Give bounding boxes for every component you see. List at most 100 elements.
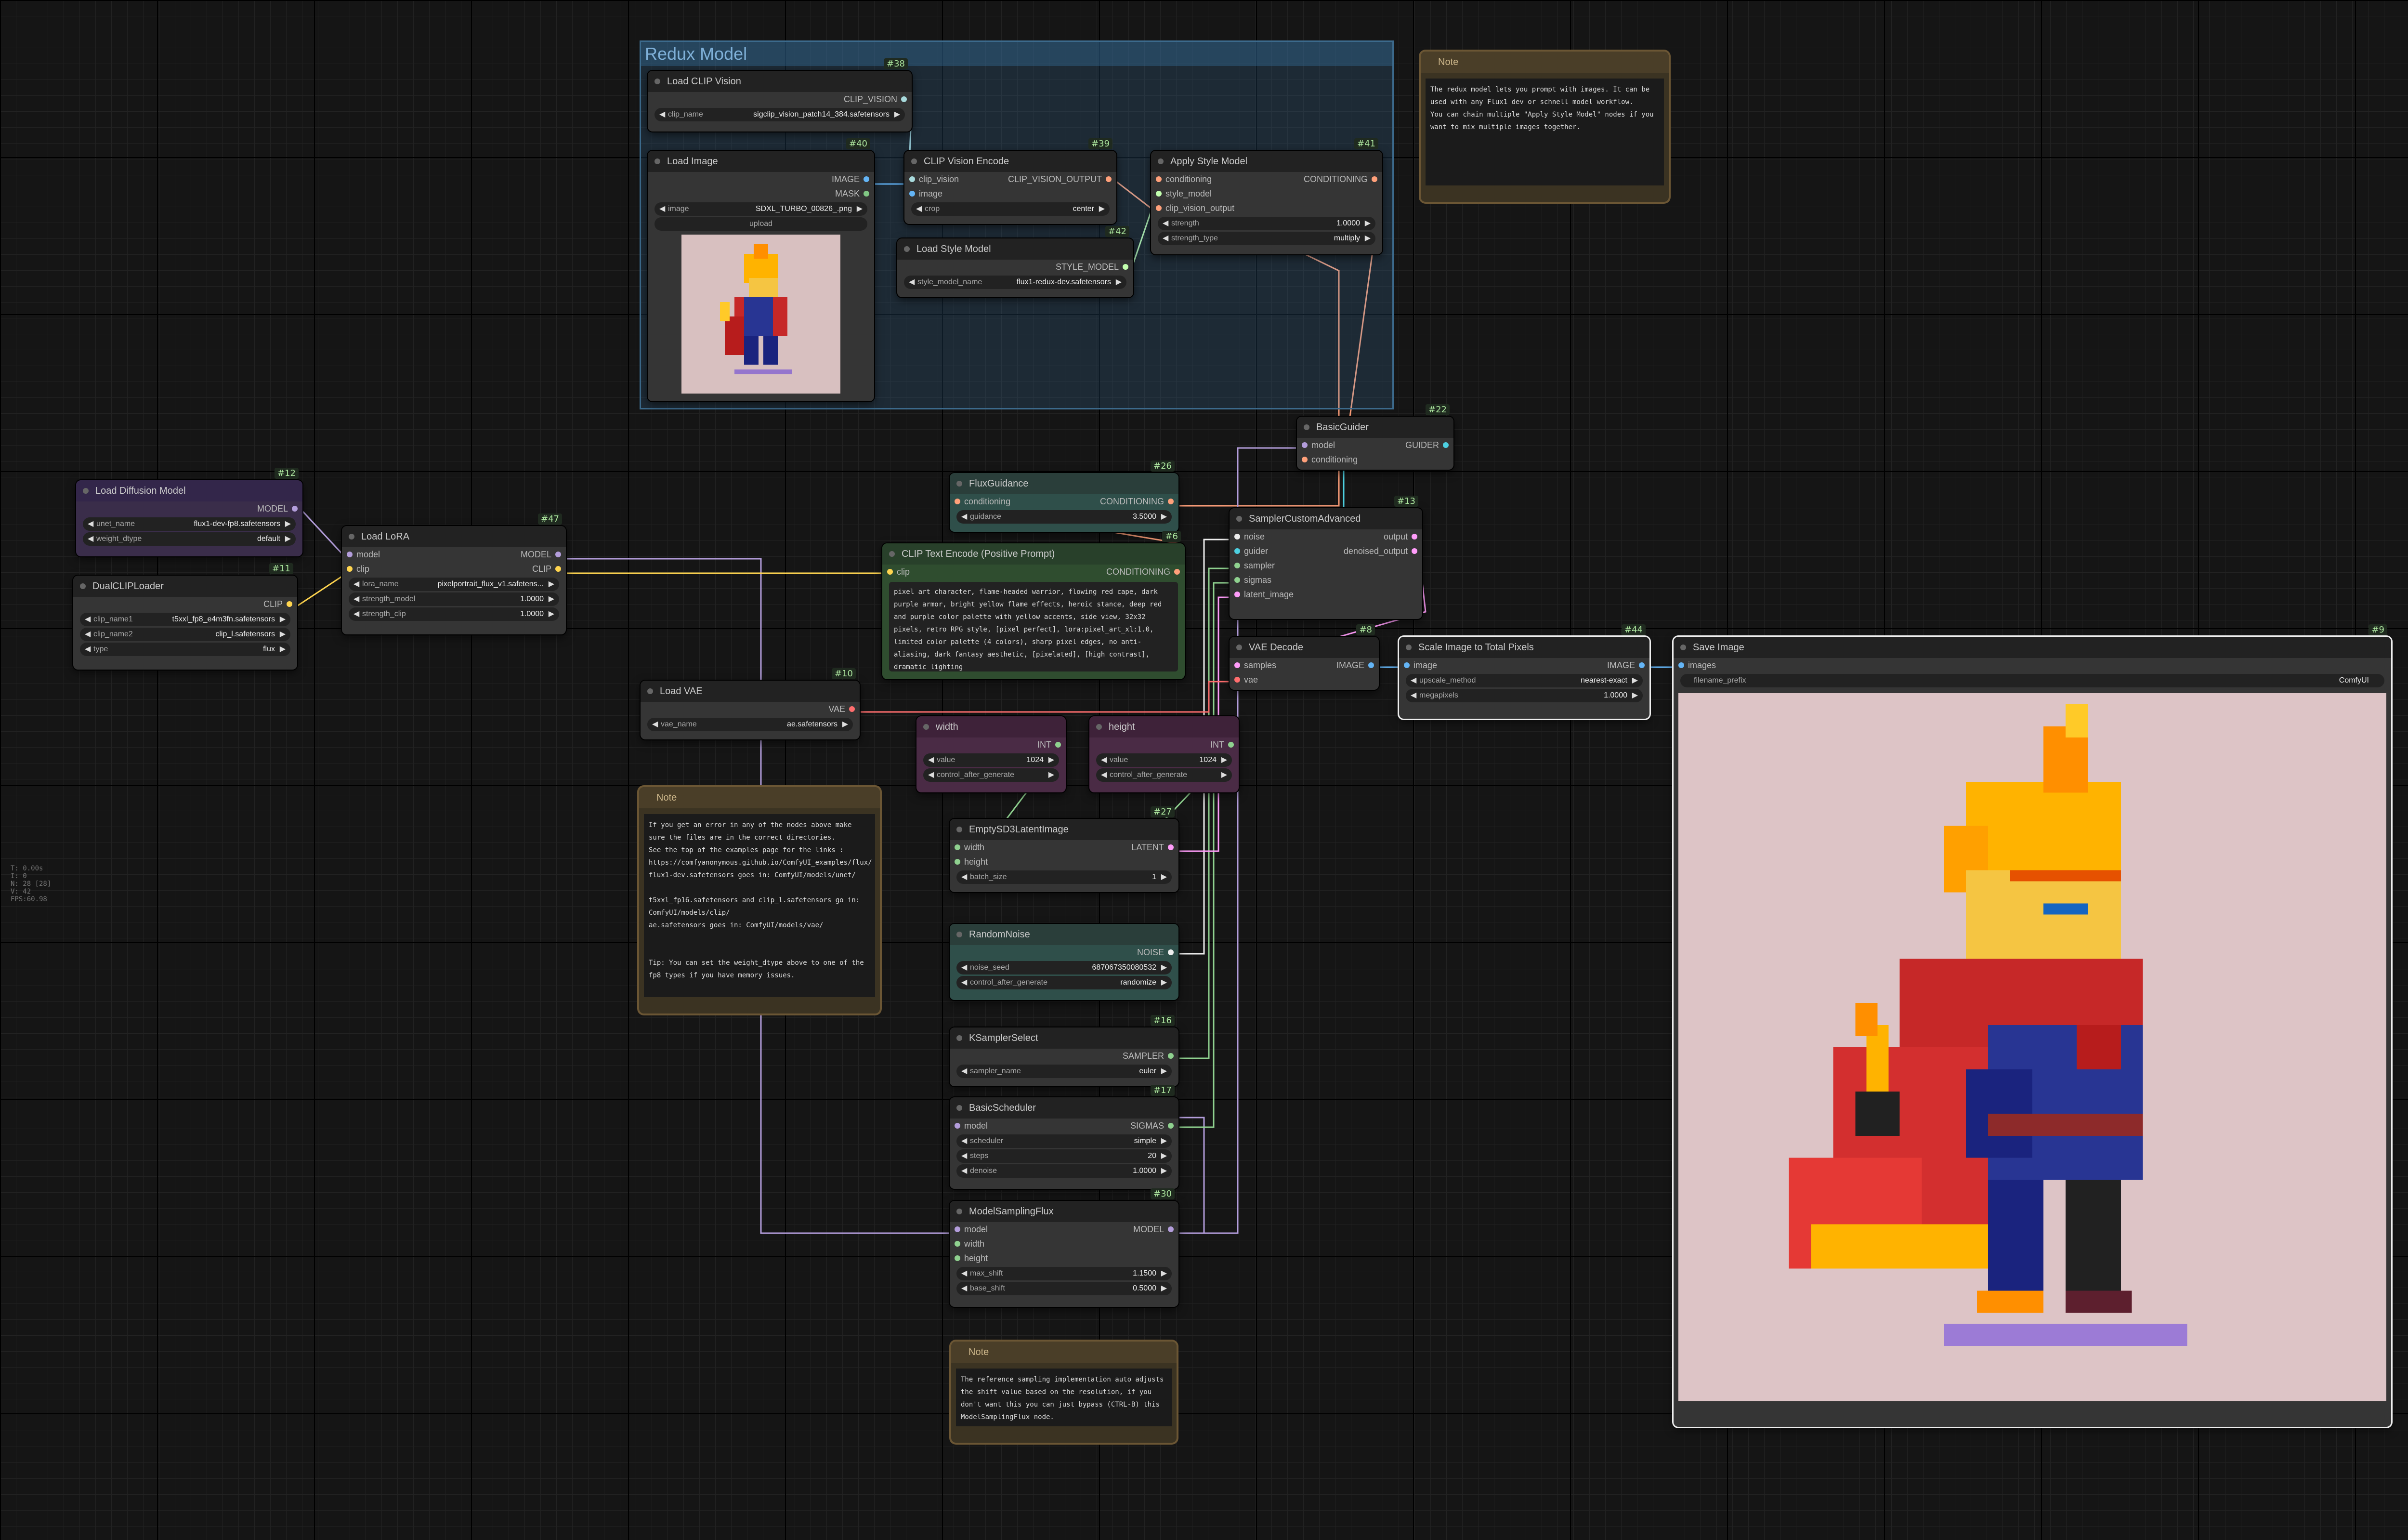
node-load-lora[interactable]: #47 Load LoRA model MODEL clip CLIP ◀ lora_…: [342, 513, 566, 634]
node-dual-clip-loader[interactable]: #11 DualCLIPLoader CLIP ◀ clip_name1 t5xxl…: [73, 563, 297, 670]
triangle-left-icon[interactable]: ◀: [353, 578, 359, 591]
triangle-right-icon[interactable]: ▶: [1099, 202, 1105, 216]
widget-control-after-generate[interactable]: ◀ control_after_generate ▶: [923, 768, 1059, 782]
output-slot[interactable]: [1168, 1226, 1174, 1232]
triangle-left-icon[interactable]: ◀: [1163, 217, 1168, 230]
output-slot[interactable]: [1106, 176, 1112, 182]
output-slot[interactable]: [1639, 662, 1645, 668]
triangle-right-icon[interactable]: ▶: [1161, 510, 1167, 524]
triangle-left-icon[interactable]: ◀: [961, 1134, 967, 1148]
widget-scheduler[interactable]: ◀ scheduler simple ▶: [956, 1134, 1172, 1148]
triangle-left-icon[interactable]: ◀: [85, 613, 91, 626]
triangle-left-icon[interactable]: ◀: [1411, 689, 1416, 702]
input-slot[interactable]: [1156, 176, 1162, 182]
triangle-right-icon[interactable]: ▶: [1632, 674, 1638, 687]
triangle-left-icon[interactable]: ◀: [85, 643, 91, 656]
triangle-left-icon[interactable]: ◀: [353, 607, 359, 621]
triangle-right-icon[interactable]: ▶: [1221, 753, 1227, 767]
triangle-right-icon[interactable]: ▶: [1221, 768, 1227, 782]
node-clip-vision-encode[interactable]: #39 CLIP Vision Encode clip_vision CLIP_V…: [904, 138, 1116, 224]
node-save-image[interactable]: #9 Save Image images filename_prefix Comf…: [1674, 624, 2391, 1427]
triangle-right-icon[interactable]: ▶: [1161, 1164, 1167, 1178]
note-redux[interactable]: Note The redux model lets you prompt wit…: [1421, 52, 1669, 202]
widget-control-after-generate[interactable]: ◀ control_after_generate ▶: [1096, 768, 1232, 782]
widget-megapixels[interactable]: ◀ megapixels 1.0000 ▶: [1406, 689, 1643, 702]
input-slot[interactable]: [955, 1123, 960, 1129]
input-slot[interactable]: [955, 844, 960, 850]
node-basic-scheduler[interactable]: #17 BasicScheduler model SIGMAS ◀ schedule…: [950, 1085, 1178, 1189]
triangle-left-icon[interactable]: ◀: [1163, 232, 1168, 245]
node-model-sampling-flux[interactable]: #30 ModelSamplingFlux model MODEL width h…: [950, 1188, 1178, 1307]
output-slot[interactable]: [864, 176, 869, 182]
triangle-left-icon[interactable]: ◀: [659, 108, 665, 121]
widget-weight-dtype[interactable]: ◀ weight_dtype default ▶: [83, 532, 296, 546]
node-apply-style-model[interactable]: #41 Apply Style Model conditioning CONDIT…: [1151, 138, 1382, 254]
note-text[interactable]: If you get an error in any of the nodes …: [644, 814, 875, 997]
widget-batch-size[interactable]: ◀ batch_size 1 ▶: [956, 870, 1172, 884]
triangle-right-icon[interactable]: ▶: [1048, 768, 1054, 782]
output-slot[interactable]: [1228, 742, 1234, 748]
node-load-vae[interactable]: #10 Load VAE VAE ◀ vae_name ae.safetensors…: [641, 668, 860, 739]
input-slot[interactable]: [887, 569, 893, 575]
triangle-left-icon[interactable]: ◀: [961, 870, 967, 884]
triangle-left-icon[interactable]: ◀: [961, 976, 967, 989]
node-vae-decode[interactable]: #8 VAE Decode samples IMAGE vae: [1230, 624, 1379, 690]
triangle-right-icon[interactable]: ▶: [1161, 976, 1167, 989]
node-random-noise[interactable]: RandomNoise NOISE ◀ noise_seed 68706735008…: [950, 924, 1178, 1000]
triangle-left-icon[interactable]: ◀: [353, 592, 359, 606]
triangle-right-icon[interactable]: ▶: [857, 202, 863, 216]
input-slot[interactable]: [1234, 563, 1240, 568]
input-slot[interactable]: [1234, 534, 1240, 540]
node-basic-guider[interactable]: #22 BasicGuider model GUIDER conditioning: [1297, 404, 1453, 470]
output-slot[interactable]: [1368, 662, 1374, 668]
output-slot[interactable]: [555, 566, 561, 572]
output-slot[interactable]: [1372, 176, 1377, 182]
prompt-textarea[interactable]: pixel art character, flame-headed warrio…: [889, 582, 1178, 671]
triangle-left-icon[interactable]: ◀: [961, 1164, 967, 1178]
output-slot[interactable]: [1168, 1123, 1174, 1129]
note-text[interactable]: The reference sampling implementation au…: [956, 1369, 1172, 1426]
widget-guidance[interactable]: ◀ guidance 3.5000 ▶: [956, 510, 1172, 524]
output-slot[interactable]: [1123, 264, 1128, 270]
triangle-left-icon[interactable]: ◀: [961, 1282, 967, 1295]
output-slot[interactable]: [1168, 1053, 1174, 1059]
node-load-image[interactable]: #40 Load Image IMAGE MASK ◀ image SDXL_TUR…: [648, 138, 874, 401]
widget-control-after-generate[interactable]: ◀ control_after_generate randomize ▶: [956, 976, 1172, 989]
widget-clip-name2[interactable]: ◀ clip_name2 clip_l.safetensors ▶: [80, 628, 290, 641]
triangle-right-icon[interactable]: ▶: [280, 643, 286, 656]
input-slot[interactable]: [347, 566, 353, 572]
output-slot[interactable]: [1168, 844, 1174, 850]
node-load-style-model[interactable]: #42 Load Style Model STYLE_MODEL ◀ style_…: [897, 226, 1133, 297]
triangle-right-icon[interactable]: ▶: [1161, 1282, 1167, 1295]
triangle-right-icon[interactable]: ▶: [1161, 1065, 1167, 1078]
output-slot[interactable]: [292, 506, 298, 512]
output-slot[interactable]: [1443, 442, 1449, 448]
triangle-right-icon[interactable]: ▶: [549, 592, 554, 606]
triangle-right-icon[interactable]: ▶: [1161, 1267, 1167, 1280]
triangle-right-icon[interactable]: ▶: [1161, 1134, 1167, 1148]
widget-unet-name[interactable]: ◀ unet_name flux1-dev-fp8.safetensors ▶: [83, 517, 296, 531]
widget-lora-name[interactable]: ◀ lora_name pixelportrait_flux_v1.safetens…: [349, 578, 559, 591]
triangle-right-icon[interactable]: ▶: [1365, 232, 1371, 245]
input-slot[interactable]: [1234, 577, 1240, 583]
output-slot[interactable]: [1412, 534, 1417, 540]
output-slot[interactable]: [555, 552, 561, 557]
output-slot[interactable]: [1168, 949, 1174, 955]
node-height[interactable]: height INT ◀ value 1024 ▶ ◀ control_after_ge…: [1089, 716, 1239, 792]
input-slot[interactable]: [955, 1241, 960, 1247]
widget-image[interactable]: ◀ image SDXL_TURBO_00826_.png ▶: [654, 202, 867, 216]
widget-sampler-name[interactable]: ◀ sampler_name euler ▶: [956, 1065, 1172, 1078]
triangle-right-icon[interactable]: ▶: [1048, 753, 1054, 767]
triangle-right-icon[interactable]: ▶: [285, 517, 291, 531]
widget-clip-name[interactable]: ◀ clip_name sigclip_vision_patch14_384.saf…: [654, 108, 905, 121]
input-slot[interactable]: [1234, 662, 1240, 668]
triangle-left-icon[interactable]: ◀: [928, 753, 934, 767]
widget-value[interactable]: ◀ value 1024 ▶: [923, 753, 1059, 767]
widget-max-shift[interactable]: ◀ max_shift 1.1500 ▶: [956, 1267, 1172, 1280]
output-slot[interactable]: [287, 601, 292, 607]
widget-noise-seed[interactable]: ◀ noise_seed 687067350080532 ▶: [956, 961, 1172, 974]
input-slot[interactable]: [909, 191, 915, 197]
widget-upscale-method[interactable]: ◀ upscale_method nearest-exact ▶: [1406, 674, 1643, 687]
node-sampler-custom-advanced[interactable]: #13 SamplerCustomAdvanced noise output gu…: [1230, 496, 1422, 619]
triangle-left-icon[interactable]: ◀: [1411, 674, 1416, 687]
